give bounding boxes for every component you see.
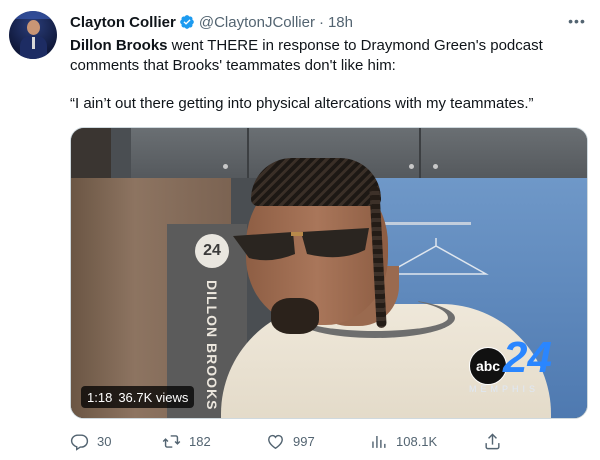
abc-logo: abc	[469, 347, 507, 385]
author-name[interactable]: Clayton Collier	[70, 14, 176, 31]
share-icon	[485, 432, 500, 449]
station-number: 24	[503, 333, 552, 382]
repost-button[interactable]: 182	[162, 430, 211, 452]
repost-icon	[162, 434, 181, 448]
views-button[interactable]: 108.1K	[369, 430, 437, 452]
locker-nameplate: DILLON BROOKS	[204, 280, 220, 411]
reply-count: 30	[97, 433, 112, 449]
video-info-pill: 1:18 36.7K views	[81, 386, 195, 408]
like-icon	[268, 434, 283, 449]
reply-button[interactable]: 30	[70, 430, 111, 452]
separator: ·	[318, 13, 324, 31]
video-views: 36.7K views	[118, 389, 189, 405]
repost-count: 182	[189, 433, 211, 449]
station-city: MEMPHIS	[469, 384, 540, 394]
tweet-timestamp[interactable]: 18h	[328, 14, 353, 31]
share-button[interactable]	[483, 430, 502, 452]
tweet-quote: “I ain’t out there getting into physical…	[70, 95, 534, 112]
views-icon	[372, 435, 386, 448]
tweet-text: Dillon Brooks went THERE in response to …	[70, 36, 585, 76]
video-player[interactable]: 24 DILLON BROOKS abc 24 MEMPHIS 1:18 36.…	[70, 127, 588, 419]
tweet-header: Clayton Collier @ClaytonJCollier · 18h	[70, 12, 353, 32]
like-button[interactable]: 997	[266, 430, 315, 452]
more-icon[interactable]: •••	[566, 10, 588, 32]
action-bar: 30 182 997 108.1K	[70, 430, 590, 452]
locker-number: 24	[195, 234, 229, 268]
author-handle[interactable]: @ClaytonJCollier	[199, 14, 315, 31]
views-count: 108.1K	[396, 433, 438, 449]
verified-badge-icon	[180, 15, 194, 29]
tweet-text-bold: Dillon Brooks	[70, 37, 168, 54]
like-count: 997	[293, 433, 315, 449]
reply-icon	[70, 433, 89, 451]
video-duration: 1:18	[87, 389, 113, 405]
author-avatar[interactable]	[9, 11, 57, 59]
